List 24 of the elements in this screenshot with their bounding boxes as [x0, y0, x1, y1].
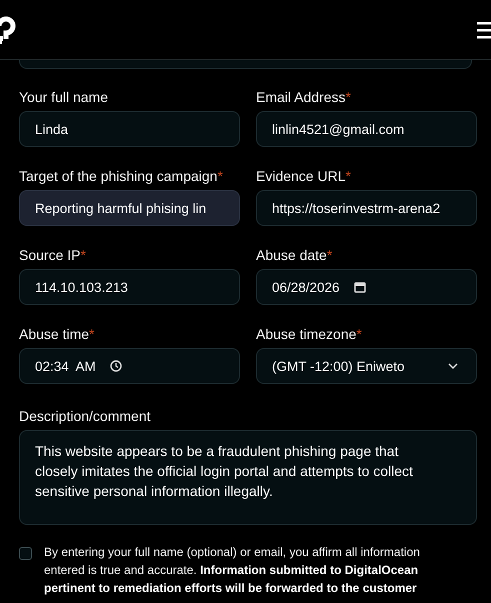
consent-checkbox[interactable] — [19, 547, 32, 560]
field-label: Source IP* — [19, 247, 87, 263]
consent-text: By entering your full name (optional) or email, you affirm all information entered is true and accurate. Information submitted to DigitalOcean pertinent to remediation efforts will be forwarded to the customer — [44, 544, 421, 597]
calendar-icon[interactable] — [354, 281, 366, 293]
input-field[interactable]: 114.10.103.213 — [19, 269, 240, 305]
input-field[interactable]: Reporting harmful phising lin — [19, 190, 240, 226]
field-label: Target of the phishing campaign* — [19, 168, 224, 184]
menu-icon[interactable] — [477, 20, 491, 40]
input-field[interactable]: Linda — [19, 111, 240, 147]
field-label: Abuse date* — [256, 247, 334, 263]
description-textarea[interactable]: This website appears to be a fraudulent phishing page that closely imitates the official login portal and attempts to collect sensitive personal information illegally. — [19, 430, 477, 525]
clock-icon[interactable] — [110, 360, 122, 372]
field-label: Abuse time* — [19, 326, 96, 342]
time-field[interactable]: 02:34 AM — [19, 348, 240, 384]
chevron-down-icon — [448, 363, 458, 369]
field-label: Evidence URL* — [256, 168, 352, 184]
field-label: Description/comment — [19, 408, 152, 424]
input-field[interactable]: https://toserinvestrm-arena2 — [256, 190, 477, 226]
field-label: Your full name — [19, 89, 109, 105]
input-field[interactable]: linlin4521@gmail.com — [256, 111, 477, 147]
timezone-dropdown[interactable]: (GMT -12:00) Eniweto — [256, 348, 477, 384]
field-label: Abuse timezone* — [256, 326, 363, 342]
field-label: Email Address* — [256, 89, 352, 105]
date-field[interactable]: 06/28/2026 — [256, 269, 477, 305]
